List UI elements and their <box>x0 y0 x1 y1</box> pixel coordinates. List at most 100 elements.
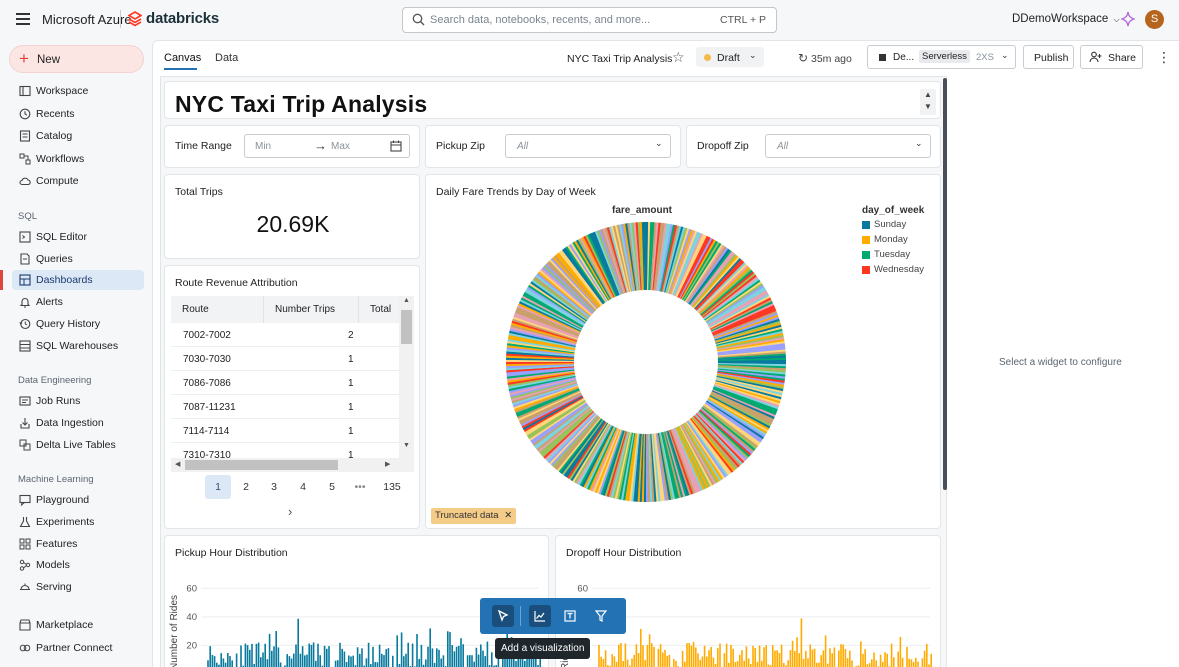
column-header-number-trips[interactable]: Number Trips <box>264 296 359 323</box>
publish-button[interactable]: Publish <box>1023 45 1074 69</box>
histogram-bar[interactable] <box>653 646 655 667</box>
histogram-bar[interactable] <box>288 656 291 667</box>
databricks-wordmark[interactable]: databricks <box>146 10 219 27</box>
route-revenue-widget[interactable]: Route Revenue Attribution Route Number T… <box>164 265 420 529</box>
sidebar-item-playground[interactable]: Playground <box>12 490 144 510</box>
histogram-bar[interactable] <box>879 654 882 667</box>
histogram-bar[interactable] <box>249 649 251 667</box>
histogram-bar[interactable] <box>220 653 222 667</box>
histogram-bar[interactable] <box>873 652 875 667</box>
next-page-icon[interactable]: › <box>288 504 292 519</box>
new-button[interactable]: + New <box>9 45 144 73</box>
histogram-bar[interactable] <box>411 643 414 667</box>
title-widget[interactable]: NYC Taxi Trip Analysis ▲ ▼ <box>164 81 941 119</box>
histogram-bar[interactable] <box>642 645 644 667</box>
histogram-bar[interactable] <box>352 655 354 667</box>
histogram-bar[interactable] <box>227 653 229 667</box>
histogram-bar[interactable] <box>433 662 436 667</box>
sidebar-item-models[interactable]: Models <box>12 555 144 575</box>
histogram-bar[interactable] <box>798 653 800 667</box>
histogram-bar[interactable] <box>695 647 697 667</box>
histogram-bar[interactable] <box>897 651 899 667</box>
histogram-bar[interactable] <box>890 643 893 667</box>
histogram-bar[interactable] <box>646 644 649 667</box>
refresh-status[interactable]: ↻ 35m ago <box>798 51 852 65</box>
histogram-bar[interactable] <box>458 645 460 667</box>
histogram-bar[interactable] <box>732 648 734 667</box>
histogram-bar[interactable] <box>774 650 776 667</box>
histogram-bar[interactable] <box>365 658 368 667</box>
histogram-bar[interactable] <box>734 662 737 667</box>
histogram-bar[interactable] <box>776 650 778 667</box>
sidebar-item-features[interactable]: Features <box>12 534 144 554</box>
scrollbar-thumb[interactable] <box>401 310 412 344</box>
histogram-bar[interactable] <box>323 645 326 667</box>
page-button[interactable]: 135 <box>376 475 408 499</box>
sidebar-item-queries[interactable]: Queries <box>12 249 144 269</box>
table-row[interactable]: 7086-7086 1 <box>171 371 399 395</box>
histogram-bar[interactable] <box>262 652 264 667</box>
histogram-bar[interactable] <box>620 643 622 667</box>
draft-status-dropdown[interactable]: Draft ⌄ <box>696 47 764 67</box>
histogram-bar[interactable] <box>901 657 904 667</box>
histogram-bar[interactable] <box>418 658 420 667</box>
histogram-bar[interactable] <box>908 658 910 667</box>
histogram-bar[interactable] <box>345 662 348 667</box>
histogram-bar[interactable] <box>807 658 809 667</box>
histogram-bar[interactable] <box>348 655 350 667</box>
histogram-bar[interactable] <box>840 644 842 667</box>
sidebar-item-workspace[interactable]: Workspace <box>12 81 144 101</box>
histogram-bar[interactable] <box>706 656 708 667</box>
select-tool-button[interactable] <box>492 605 514 627</box>
histogram-bar[interactable] <box>796 637 798 667</box>
histogram-bar[interactable] <box>789 650 792 667</box>
histogram-bar[interactable] <box>862 653 864 667</box>
table-row[interactable]: 7087-11231 1 <box>171 395 399 419</box>
histogram-bar[interactable] <box>224 662 227 667</box>
histogram-bar[interactable] <box>231 660 233 667</box>
calendar-icon[interactable] <box>390 140 402 152</box>
histogram-bar[interactable] <box>453 651 456 667</box>
histogram-bar[interactable] <box>416 633 418 667</box>
histogram-bar[interactable] <box>273 646 275 667</box>
histogram-bar[interactable] <box>719 643 721 667</box>
histogram-bar[interactable] <box>403 656 405 667</box>
sidebar-item-marketplace[interactable]: Marketplace <box>12 615 144 635</box>
histogram-bar[interactable] <box>438 649 440 667</box>
sidebar-item-delta-live-tables[interactable]: Delta Live Tables <box>12 435 144 455</box>
histogram-bar[interactable] <box>763 647 765 667</box>
page-button[interactable]: 5 <box>319 475 345 499</box>
histogram-bar[interactable] <box>725 643 728 667</box>
page-button[interactable]: 4 <box>290 475 316 499</box>
histogram-bar[interactable] <box>624 643 627 667</box>
histogram-bar[interactable] <box>813 648 816 667</box>
histogram-bar[interactable] <box>361 648 363 667</box>
histogram-bar[interactable] <box>666 655 668 667</box>
histogram-bar[interactable] <box>306 654 308 667</box>
histogram-bar[interactable] <box>304 655 306 667</box>
histogram-bar[interactable] <box>339 642 341 667</box>
histogram-bar[interactable] <box>277 647 280 667</box>
histogram-bar[interactable] <box>310 644 313 667</box>
histogram-bar[interactable] <box>860 641 862 667</box>
histogram-bar[interactable] <box>846 658 849 667</box>
histogram-bar[interactable] <box>216 662 218 667</box>
histogram-bar[interactable] <box>681 650 684 667</box>
compute-selector[interactable]: De... Serverless 2XS ⌄ <box>867 45 1016 69</box>
histogram-bar[interactable] <box>257 642 260 667</box>
histogram-bar[interactable] <box>684 661 686 667</box>
table-horizontal-scrollbar[interactable]: ◀ ▶ <box>171 458 414 472</box>
page-ellipsis[interactable]: ••• <box>347 475 373 499</box>
histogram-bar[interactable] <box>699 659 701 667</box>
legend-item-sunday[interactable]: Sunday <box>862 219 942 234</box>
histogram-bar[interactable] <box>752 645 754 667</box>
sidebar-item-experiments[interactable]: Experiments <box>12 512 144 532</box>
histogram-bar[interactable] <box>809 644 811 667</box>
sidebar-item-recents[interactable]: Recents <box>12 104 144 124</box>
histogram-bar[interactable] <box>736 661 739 667</box>
histogram-bar[interactable] <box>207 660 209 667</box>
legend-item-wednesday[interactable]: Wednesday <box>862 264 942 279</box>
histogram-bar[interactable] <box>838 650 840 667</box>
histogram-bar[interactable] <box>758 645 761 667</box>
histogram-bar[interactable] <box>783 663 785 667</box>
